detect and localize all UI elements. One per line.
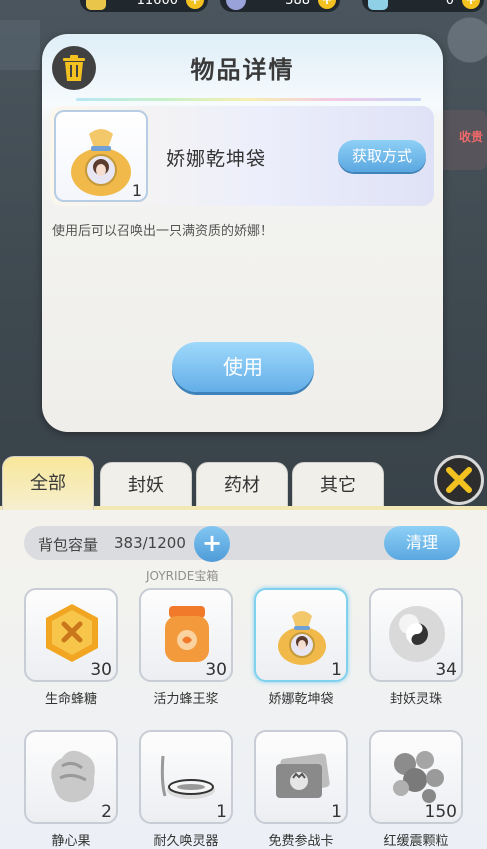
item-name: 免费参战卡 xyxy=(268,834,334,849)
modal-title: 物品详情 xyxy=(190,56,295,84)
currency-gem-value: 388 xyxy=(285,0,310,8)
item-quantity: 1 xyxy=(331,802,342,822)
item-quantity: 1 xyxy=(331,660,342,680)
tab-seal[interactable]: 封妖 xyxy=(100,462,192,508)
inventory-item[interactable]: 30 活力蜂王浆 xyxy=(133,588,251,718)
stone-fruit-icon xyxy=(51,750,95,803)
gold-bell-icon xyxy=(86,0,106,10)
currency-gem: 388 + xyxy=(220,0,340,12)
currency-bar: 11600 + 388 + 0 + xyxy=(80,0,487,14)
capacity-label: 背包容量 xyxy=(38,536,99,554)
pellets-icon xyxy=(393,751,444,803)
inventory-item[interactable]: 30 生命蜂糖 xyxy=(18,588,136,718)
item-name: 生命蜂糖 xyxy=(44,692,97,707)
ticket-icon xyxy=(368,0,388,10)
expand-capacity-button[interactable]: + xyxy=(194,526,230,562)
currency-gold: 11600 + xyxy=(80,0,208,12)
close-button[interactable] xyxy=(434,455,484,505)
background-building xyxy=(0,20,40,70)
add-ticket-button[interactable]: + xyxy=(462,0,480,9)
capacity-value: 383/1200 xyxy=(114,534,186,552)
close-icon xyxy=(446,467,472,493)
item-name: 娇娜乾坤袋 xyxy=(166,148,267,170)
item-slot[interactable]: 34 xyxy=(369,588,463,682)
item-name: 静心果 xyxy=(51,834,91,849)
yin-yang-orb-icon xyxy=(389,606,445,662)
item-name: 娇娜乾坤袋 xyxy=(268,692,334,707)
currency-ticket-value: 0 xyxy=(445,0,454,8)
item-card: 1 娇娜乾坤袋 获取方式 xyxy=(50,106,434,206)
item-slot[interactable]: 30 xyxy=(24,588,118,682)
inventory-item[interactable]: 1 耐久唤灵器 xyxy=(133,730,251,849)
item-slot[interactable]: 1 xyxy=(254,588,348,682)
gem-icon xyxy=(226,0,246,10)
item-quantity: 2 xyxy=(101,802,112,822)
item-quantity: 1 xyxy=(131,181,142,200)
inventory-item[interactable]: 150 红缓震颗粒 xyxy=(363,730,481,849)
item-name: 红缓震颗粒 xyxy=(383,834,449,849)
inventory-body: 背包容量 383/1200 + 清理 JOYRIDE宝箱 30 生命蜂糖 30 … xyxy=(0,506,487,849)
background-badge: 收贵 xyxy=(458,130,483,144)
inventory-item[interactable]: 1 娇娜乾坤袋 xyxy=(248,588,366,718)
currency-gold-value: 11600 xyxy=(136,0,178,8)
item-quantity: 150 xyxy=(424,802,457,822)
item-slot[interactable]: 1 xyxy=(139,730,233,824)
item-name: 封妖灵珠 xyxy=(389,692,442,707)
item-name: 耐久唤灵器 xyxy=(153,834,219,849)
item-description: 使用后可以召唤出一只满资质的娇娜！ xyxy=(52,224,274,239)
tab-herbs[interactable]: 药材 xyxy=(196,462,288,508)
add-gem-button[interactable]: + xyxy=(318,0,336,9)
item-slot[interactable]: 150 xyxy=(369,730,463,824)
item-detail-modal: 物品详情 1 娇娜乾坤袋 获取方式 使用后可以召唤出一只满资质的娇娜！ 使用 xyxy=(42,34,443,432)
pouch-icon xyxy=(278,611,326,665)
use-button[interactable]: 使用 xyxy=(172,342,314,392)
item-quantity: 30 xyxy=(90,660,112,680)
tab-all[interactable]: 全部 xyxy=(2,456,94,510)
inventory-item[interactable]: 1 免费参战卡 xyxy=(248,730,366,849)
summoner-device-icon xyxy=(160,755,215,799)
inventory-tabs: 全部 封妖 药材 其它 xyxy=(2,456,422,510)
inventory-item[interactable]: 34 封妖灵珠 xyxy=(363,588,481,718)
inventory-panel: 全部 封妖 药材 其它 背包容量 383/1200 + 清理 JOYRIDE宝箱 xyxy=(0,452,487,849)
honeycomb-icon xyxy=(46,604,98,662)
item-slot[interactable]: 2 xyxy=(24,730,118,824)
currency-ticket: 0 + xyxy=(362,0,484,12)
item-grid: 30 生命蜂糖 30 活力蜂王浆 1 娇娜乾坤袋 34 封妖灵珠 2 静心果 1… xyxy=(0,588,487,849)
clean-button[interactable]: 清理 xyxy=(384,526,460,560)
get-method-button[interactable]: 获取方式 xyxy=(338,140,426,172)
item-thumbnail: 1 xyxy=(54,110,148,202)
title-divider xyxy=(76,98,421,101)
item-slot[interactable]: 1 xyxy=(254,730,348,824)
battle-card-icon xyxy=(276,753,330,798)
add-gold-button[interactable]: + xyxy=(186,0,204,9)
item-quantity: 1 xyxy=(216,802,227,822)
item-name: 活力蜂王浆 xyxy=(153,692,219,707)
item-quantity: 30 xyxy=(205,660,227,680)
item-slot[interactable]: 30 xyxy=(139,588,233,682)
item-quantity: 34 xyxy=(435,660,457,680)
tab-other[interactable]: 其它 xyxy=(292,462,384,508)
overlap-label: JOYRIDE宝箱 xyxy=(146,569,219,583)
capacity-bar: 背包容量 383/1200 + 清理 xyxy=(24,526,460,562)
inventory-item[interactable]: 2 静心果 xyxy=(18,730,136,849)
honey-jar-icon xyxy=(165,606,209,662)
